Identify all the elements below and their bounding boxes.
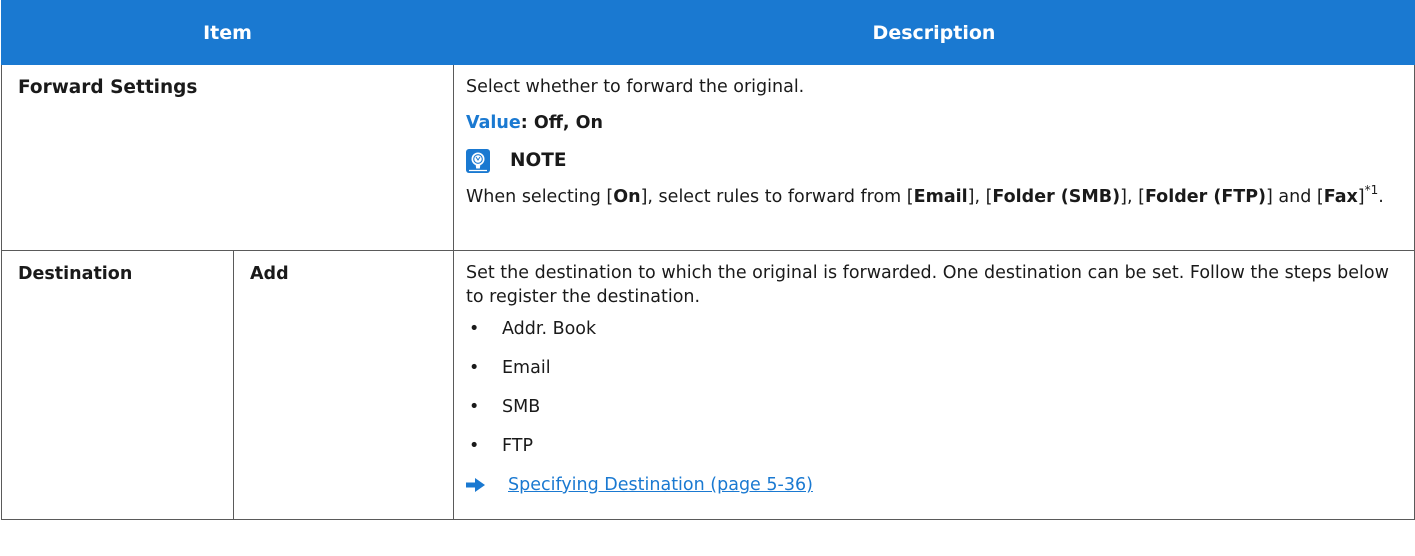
settings-table: Item Description Forward Settings Select…: [1, 0, 1415, 520]
destination-description: Set the destination to which the origina…: [453, 250, 1415, 520]
list-item: • FTP: [466, 434, 1402, 473]
note-text: When selecting [On], select rules to for…: [466, 183, 1402, 209]
bullet: •: [469, 397, 480, 417]
header-item: Item: [1, 0, 454, 65]
note-segment: When selecting [: [466, 187, 614, 207]
right-arrow-icon: [466, 478, 485, 492]
destination-desc-text: Set the destination to which the origina…: [466, 263, 1389, 307]
specifying-destination-link[interactable]: Specifying Destination (page 5-36): [508, 473, 813, 497]
forward-settings-description: Select whether to forward the original. …: [453, 64, 1415, 251]
list-item: • Email: [466, 356, 1402, 395]
note-heading: NOTE: [466, 149, 1402, 173]
bullet: •: [469, 358, 480, 378]
forward-settings-desc-text: Select whether to forward the original.: [466, 77, 805, 97]
header-description: Description: [453, 0, 1415, 65]
note-segment: ], [: [967, 187, 993, 207]
destination-label: Destination: [1, 250, 234, 520]
list-item-label: SMB: [502, 397, 541, 417]
note-title: NOTE: [510, 150, 567, 171]
note-key-email: Email: [913, 187, 968, 207]
forward-settings-label: Forward Settings: [1, 64, 454, 251]
destination-add-label: Add: [233, 250, 454, 520]
note-segment: .: [1378, 187, 1384, 207]
list-item-label: Addr. Book: [502, 319, 597, 339]
list-item: • SMB: [466, 395, 1402, 434]
destination-list: • Addr. Book • Email • SMB • FTP: [466, 317, 1402, 473]
note-segment: ], [: [1120, 187, 1145, 207]
note-key-on: On: [613, 187, 641, 207]
value-line: Value: Off, On: [466, 111, 1402, 135]
note-key-fax: Fax: [1323, 187, 1358, 207]
reference-link-line: Specifying Destination (page 5-36): [466, 473, 1402, 497]
table-row-destination: Destination Add Set the destination to w…: [1, 250, 1415, 520]
bullet: •: [469, 436, 480, 456]
note-key-folder-smb: Folder (SMB): [992, 187, 1121, 207]
note-segment: ], select rules to forward from [: [640, 187, 914, 207]
list-item: • Addr. Book: [466, 317, 1402, 356]
bullet: •: [469, 319, 480, 339]
table-header-row: Item Description: [1, 0, 1415, 65]
note-bulb-icon: [466, 149, 490, 173]
value-text: : Off, On: [520, 113, 603, 133]
list-item-label: Email: [502, 358, 551, 378]
value-label: Value: [466, 113, 521, 133]
note-segment: ]: [1357, 187, 1365, 207]
footnote-ref: *1: [1364, 183, 1379, 197]
note-key-folder-ftp: Folder (FTP): [1144, 187, 1267, 207]
note-segment: ] and [: [1266, 187, 1324, 207]
table-row-forward-settings: Forward Settings Select whether to forwa…: [1, 64, 1415, 251]
list-item-label: FTP: [502, 436, 534, 456]
